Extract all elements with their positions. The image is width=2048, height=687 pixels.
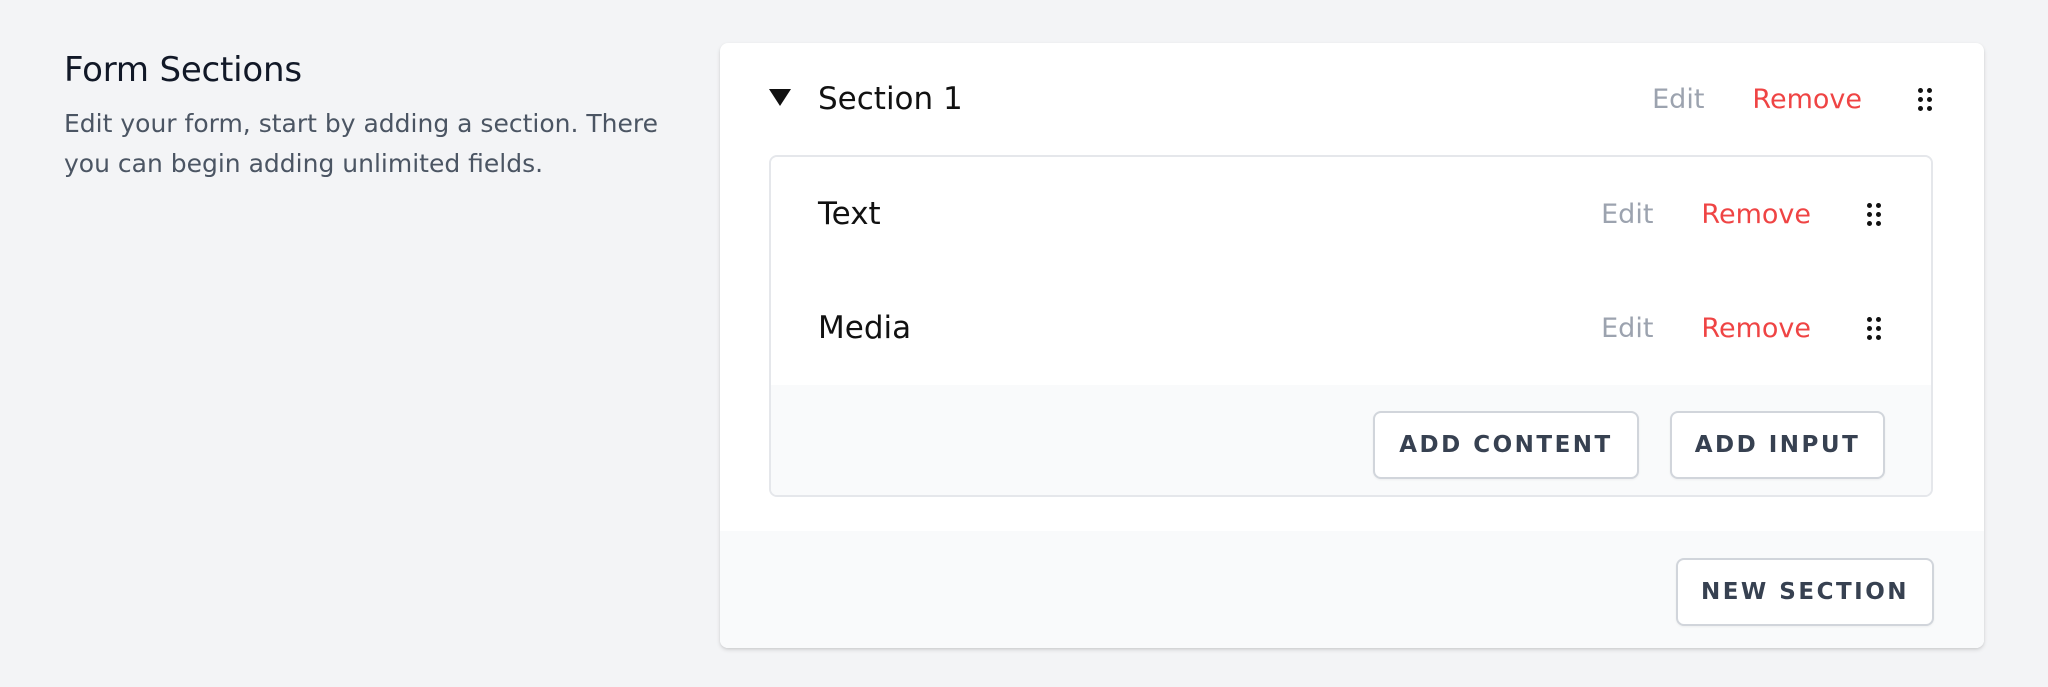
field-remove-link[interactable]: Remove <box>1701 199 1811 230</box>
add-input-button[interactable]: ADD INPUT <box>1670 411 1885 479</box>
field-actions: Edit Remove <box>1601 306 1881 350</box>
section-header: Section 1 Edit Remove <box>720 43 1984 155</box>
field-remove-link[interactable]: Remove <box>1701 313 1811 344</box>
fields-footer: ADD CONTENT ADD INPUT <box>771 385 1931 495</box>
form-sections-card: Section 1 Edit Remove Text Edit Remove M… <box>720 43 1984 648</box>
page-description: Edit your form, start by adding a sectio… <box>64 109 658 178</box>
add-content-button[interactable]: ADD CONTENT <box>1373 411 1639 479</box>
field-edit-link[interactable]: Edit <box>1601 313 1653 344</box>
field-actions: Edit Remove <box>1601 192 1881 236</box>
drag-handle-icon[interactable] <box>1918 87 1932 111</box>
field-row: Text Edit Remove <box>771 157 1931 273</box>
field-row: Media Edit Remove <box>771 271 1931 385</box>
card-footer: NEW SECTION <box>720 531 1984 648</box>
intro-panel: Form Sections Edit your form, start by a… <box>64 46 684 184</box>
section-title: Section 1 <box>818 81 963 117</box>
field-label: Media <box>818 310 912 346</box>
section-remove-link[interactable]: Remove <box>1752 84 1862 115</box>
section-fields-panel: Text Edit Remove Media Edit Remove ADD C… <box>769 155 1933 497</box>
drag-handle-icon[interactable] <box>1867 202 1881 226</box>
section-edit-link[interactable]: Edit <box>1652 84 1704 115</box>
field-edit-link[interactable]: Edit <box>1601 199 1653 230</box>
section-actions: Edit Remove <box>1652 77 1932 121</box>
field-label: Text <box>818 196 881 232</box>
page-title: Form Sections <box>64 50 302 90</box>
drag-handle-icon[interactable] <box>1867 316 1881 340</box>
caret-down-icon[interactable] <box>769 89 791 106</box>
new-section-button[interactable]: NEW SECTION <box>1676 558 1934 626</box>
